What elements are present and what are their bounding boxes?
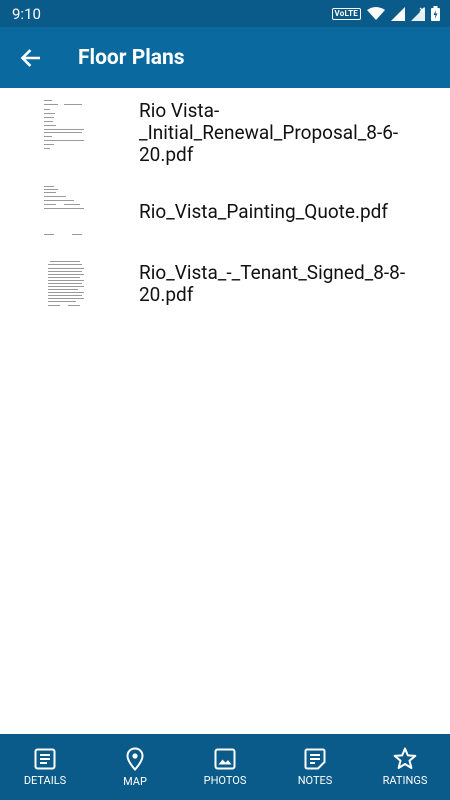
pdf-thumbnail bbox=[42, 182, 90, 242]
file-name: Rio_Vista_-_Tenant_Signed_8-8- 20.pdf bbox=[139, 261, 406, 306]
file-row[interactable]: Rio_Vista_Painting_Quote.pdf bbox=[0, 176, 450, 248]
app-bar: Floor Plans bbox=[0, 27, 450, 88]
file-name: Rio_Vista_Painting_Quote.pdf bbox=[139, 200, 388, 223]
file-name: Rio Vista- _Initial_Renewal_Proposal_8-6… bbox=[139, 99, 399, 166]
status-time: 9:10 bbox=[12, 4, 41, 23]
signal-noservice-icon bbox=[411, 6, 425, 21]
volte-badge: VoLTE bbox=[331, 7, 361, 20]
wifi-icon bbox=[367, 6, 385, 20]
nav-notes[interactable]: NOTES bbox=[270, 734, 360, 800]
page-title: Floor Plans bbox=[78, 45, 185, 70]
nav-photos[interactable]: PHOTOS bbox=[180, 734, 270, 800]
notes-icon bbox=[304, 748, 326, 769]
nav-photos-label: PHOTOS bbox=[203, 773, 247, 787]
photo-icon bbox=[214, 748, 236, 769]
nav-ratings-label: RATINGS bbox=[382, 774, 428, 787]
pdf-thumbnail bbox=[42, 96, 90, 156]
status-bar: 9:10 VoLTE bbox=[0, 0, 450, 27]
nav-notes-label: NOTES bbox=[297, 773, 333, 787]
star-icon bbox=[393, 747, 417, 769]
file-row[interactable]: Rio_Vista_-_Tenant_Signed_8-8- 20.pdf bbox=[0, 248, 450, 328]
nav-map[interactable]: MAP bbox=[90, 734, 180, 800]
file-row[interactable]: Rio Vista- _Initial_Renewal_Proposal_8-6… bbox=[0, 88, 450, 176]
signal-icon bbox=[391, 6, 405, 21]
map-pin-icon bbox=[126, 746, 144, 771]
details-icon bbox=[34, 748, 56, 769]
back-button[interactable] bbox=[0, 27, 60, 88]
nav-map-label: MAP bbox=[123, 774, 147, 788]
status-icons: VoLTE bbox=[331, 6, 440, 21]
pdf-thumbnail bbox=[42, 258, 90, 318]
arrow-back-icon bbox=[20, 48, 40, 67]
nav-details-label: DETAILS bbox=[23, 773, 67, 787]
nav-details[interactable]: DETAILS bbox=[0, 734, 90, 800]
bottom-navigation: DETAILS MAP PHOTOS NOTES RATINGS bbox=[0, 734, 450, 800]
nav-ratings[interactable]: RATINGS bbox=[360, 734, 450, 800]
battery-charging-icon bbox=[431, 6, 440, 21]
file-list: Rio Vista- _Initial_Renewal_Proposal_8-6… bbox=[0, 88, 450, 328]
